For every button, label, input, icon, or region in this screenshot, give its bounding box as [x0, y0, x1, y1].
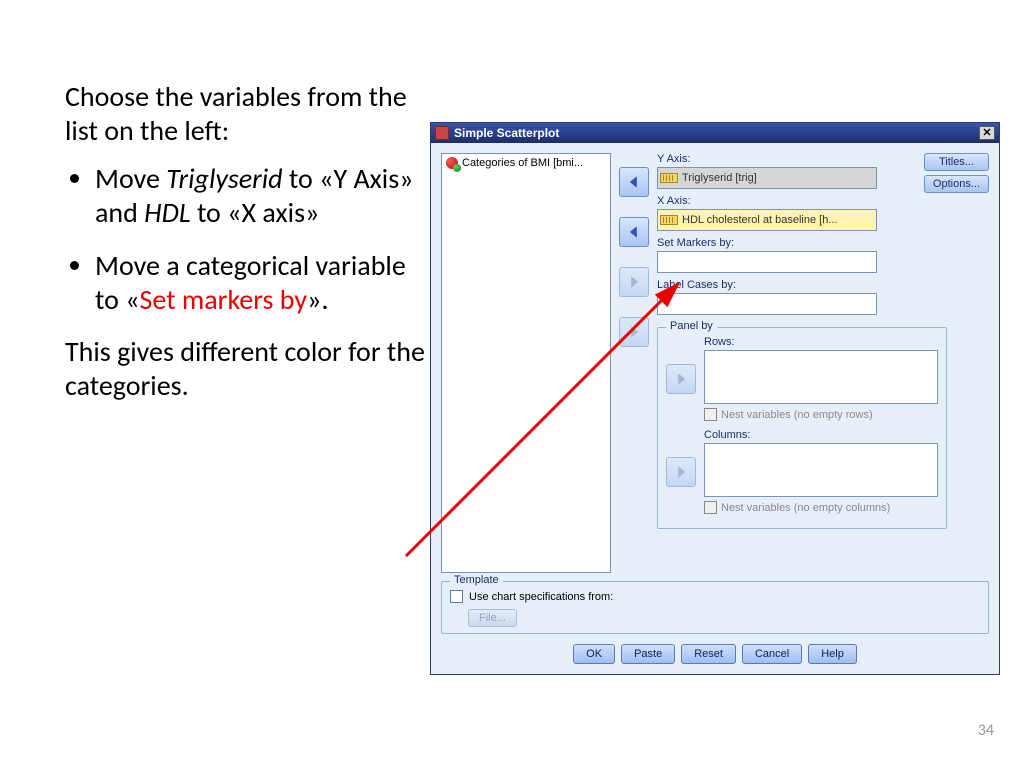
outro-text: This gives different color for the categ…: [65, 335, 425, 403]
checkbox-icon: [704, 408, 717, 421]
scatterplot-dialog: Simple Scatterplot ✕ Categories of BMI […: [430, 122, 1000, 675]
titles-button[interactable]: Titles...: [924, 153, 989, 171]
nest-rows-check: Nest variables (no empty rows): [704, 408, 938, 421]
scale-icon: [660, 215, 678, 225]
labelcases-label: Label Cases by:: [657, 279, 877, 291]
dialog-title: Simple Scatterplot: [454, 126, 559, 140]
nominal-icon: [446, 157, 458, 169]
reset-button[interactable]: Reset: [681, 644, 736, 664]
scale-icon: [660, 173, 678, 183]
labelcases-field[interactable]: [657, 293, 877, 315]
template-group: Template Use chart specifications from: …: [441, 581, 989, 634]
bullet-2: Move a categorical variable to «Set mark…: [95, 249, 425, 317]
arrow-right-icon: [627, 275, 641, 289]
cancel-button[interactable]: Cancel: [742, 644, 802, 664]
template-title: Template: [450, 574, 503, 586]
cols-label: Columns:: [704, 429, 938, 441]
move-to-yaxis-button[interactable]: [619, 167, 649, 197]
move-to-xaxis-button[interactable]: [619, 217, 649, 247]
page-number: 34: [978, 721, 994, 740]
panel-rows-field[interactable]: [704, 350, 938, 404]
yaxis-label: Y Axis:: [657, 153, 877, 165]
ok-button[interactable]: OK: [573, 644, 615, 664]
checkbox-icon: [704, 501, 717, 514]
xaxis-label: X Axis:: [657, 195, 877, 207]
xaxis-field[interactable]: HDL cholesterol at baseline [h...: [657, 209, 877, 231]
arrow-left-icon: [627, 175, 641, 189]
panel-cols-field[interactable]: [704, 443, 938, 497]
markers-label: Set Markers by:: [657, 237, 877, 249]
rows-label: Rows:: [704, 336, 938, 348]
nest-cols-check: Nest variables (no empty columns): [704, 501, 938, 514]
titlebar[interactable]: Simple Scatterplot ✕: [431, 123, 999, 143]
arrow-left-icon: [627, 225, 641, 239]
yaxis-field[interactable]: Triglyserid [trig]: [657, 167, 877, 189]
options-button[interactable]: Options...: [924, 175, 989, 193]
app-icon: [435, 126, 449, 140]
intro-text: Choose the variables from the list on th…: [65, 80, 425, 148]
close-icon[interactable]: ✕: [979, 126, 995, 140]
template-label: Use chart specifications from:: [469, 591, 613, 603]
slide-instructions: Choose the variables from the list on th…: [65, 80, 425, 417]
template-checkbox[interactable]: [450, 590, 463, 603]
panelby-title: Panel by: [666, 320, 717, 332]
move-to-cols-button[interactable]: [666, 457, 696, 487]
arrow-right-icon: [674, 465, 688, 479]
variable-list[interactable]: Categories of BMI [bmi...: [441, 153, 611, 573]
file-button: File...: [468, 609, 517, 627]
move-to-rows-button[interactable]: [666, 364, 696, 394]
help-button[interactable]: Help: [808, 644, 857, 664]
bullet-1: Move Triglyserid to «Y Axis» and HDL to …: [95, 162, 425, 230]
markers-field[interactable]: [657, 251, 877, 273]
move-to-labelcases-button[interactable]: [619, 317, 649, 347]
arrow-right-icon: [627, 325, 641, 339]
paste-button[interactable]: Paste: [621, 644, 675, 664]
move-to-markers-button[interactable]: [619, 267, 649, 297]
arrow-right-icon: [674, 372, 688, 386]
list-item[interactable]: Categories of BMI [bmi...: [444, 156, 608, 170]
